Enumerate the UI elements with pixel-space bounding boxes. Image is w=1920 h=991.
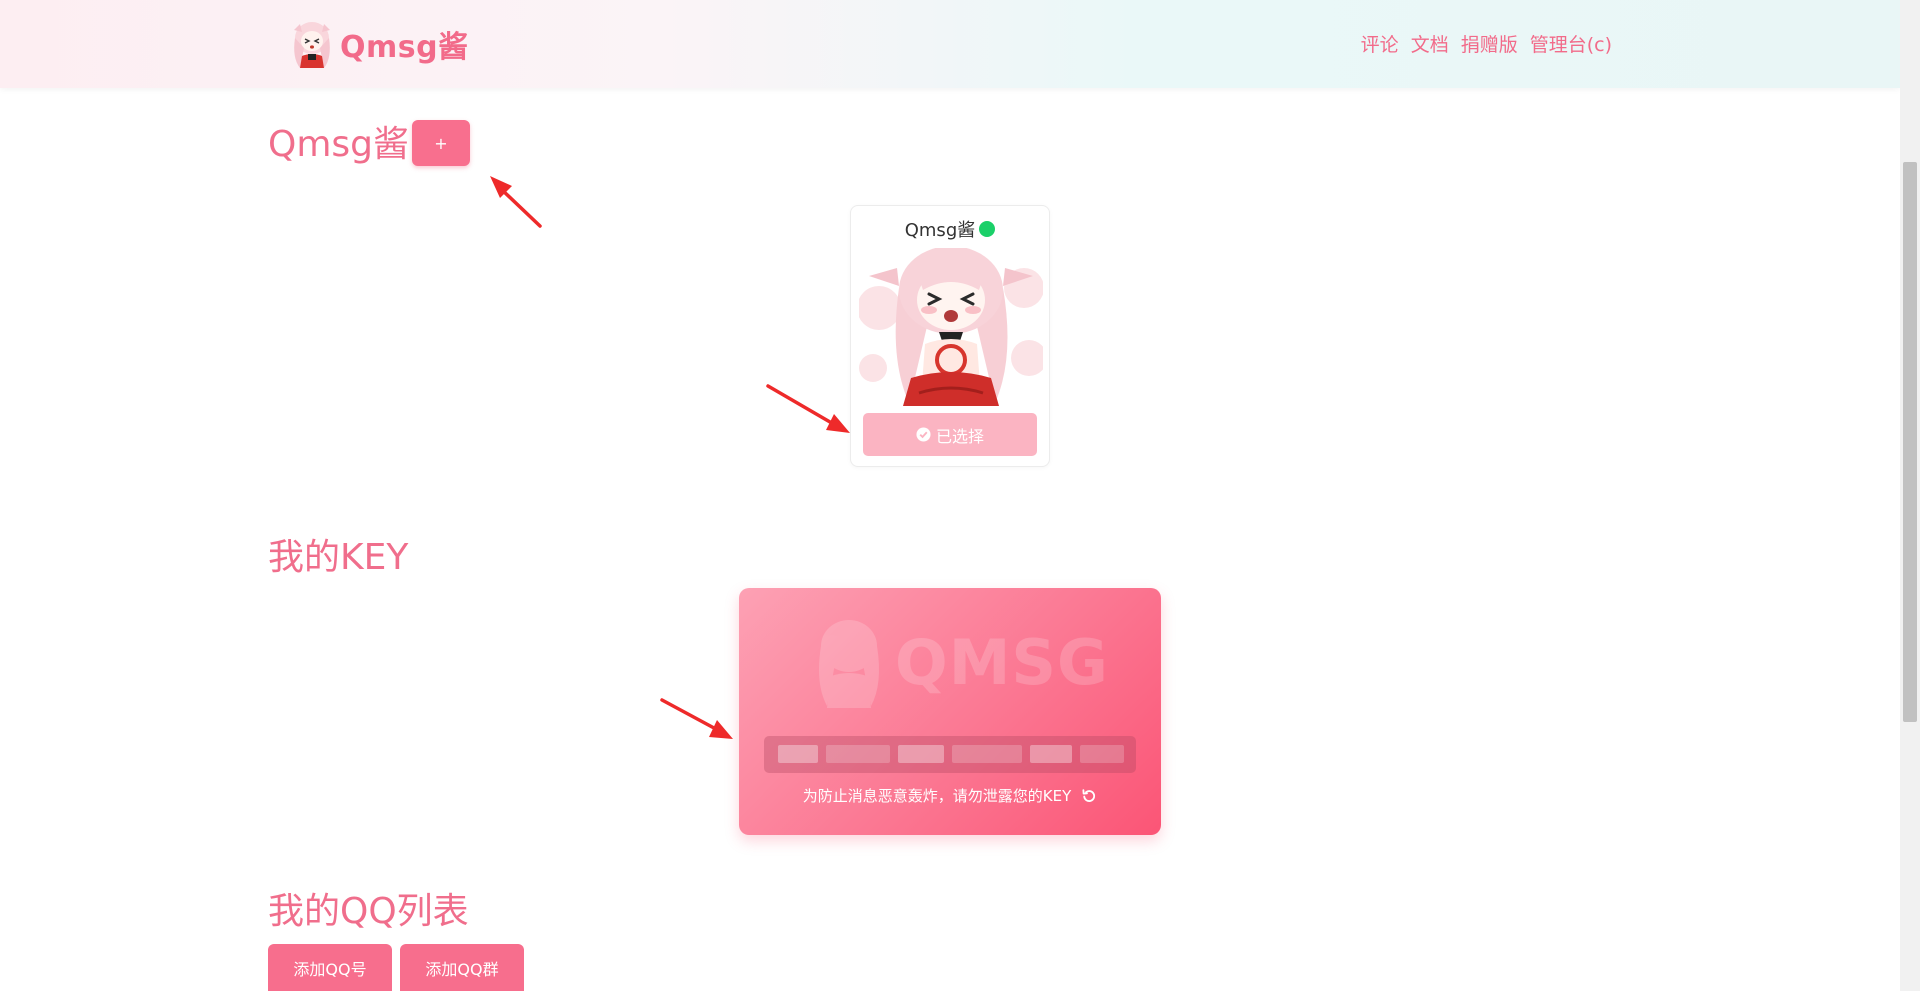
top-nav-bar: Qmsg酱 评论 文档 捐赠版 管理台(c) [0, 0, 1900, 88]
key-warning-text: 为防止消息恶意轰炸，请勿泄露您的KEY [802, 787, 1072, 805]
brand[interactable]: Qmsg酱 [288, 18, 469, 70]
bot-name-row: Qmsg酱 [851, 216, 1049, 242]
bot-card[interactable]: Qmsg酱 已选择 [850, 205, 1050, 467]
arrow-to-key-card [660, 698, 733, 739]
nav-admin[interactable]: 管理台(c) [1530, 30, 1612, 57]
mascot-logo-icon [294, 22, 330, 68]
key-section-title: 我的KEY [268, 537, 409, 578]
selected-button[interactable]: 已选择 [863, 413, 1037, 456]
key-watermark: QMSG [809, 614, 1109, 710]
key-card: QMSG 为防止消息恶意轰炸，请勿泄露您的KEY [739, 588, 1161, 835]
arrow-to-selected-button [766, 384, 850, 433]
watermark-text: QMSG [895, 625, 1109, 699]
brand-name: Qmsg酱 [340, 30, 469, 65]
key-warning: 为防止消息恶意轰炸，请勿泄露您的KEY [739, 785, 1161, 806]
nav-docs[interactable]: 文档 [1411, 30, 1449, 57]
nav-comments[interactable]: 评论 [1361, 30, 1399, 57]
bot-section-title: Qmsg酱 [268, 124, 410, 165]
bot-name: Qmsg酱 [904, 220, 976, 241]
page: Qmsg酱 评论 文档 捐赠版 管理台(c) Qmsg酱 + Qmsg酱 已选择… [0, 0, 1920, 991]
online-status-icon [979, 221, 996, 237]
scrollbar-thumb[interactable] [1903, 162, 1917, 722]
nav-donate[interactable]: 捐赠版 [1461, 30, 1518, 57]
add-bot-button[interactable]: + [412, 120, 470, 166]
check-circle-icon [916, 427, 931, 442]
add-qq-button[interactable]: 添加QQ号 [268, 944, 392, 991]
qq-section-title: 我的QQ列表 [268, 891, 469, 932]
mascot-watermark-icon [819, 620, 879, 708]
selected-label: 已选择 [935, 426, 984, 446]
refresh-icon[interactable] [1081, 788, 1097, 804]
arrow-to-add-button [490, 176, 542, 228]
add-qq-group-button[interactable]: 添加QQ群 [400, 944, 524, 991]
key-value-field[interactable] [764, 736, 1136, 773]
bot-avatar [859, 248, 1043, 408]
nav-links: 评论 文档 捐赠版 管理台(c) [1349, 30, 1612, 57]
